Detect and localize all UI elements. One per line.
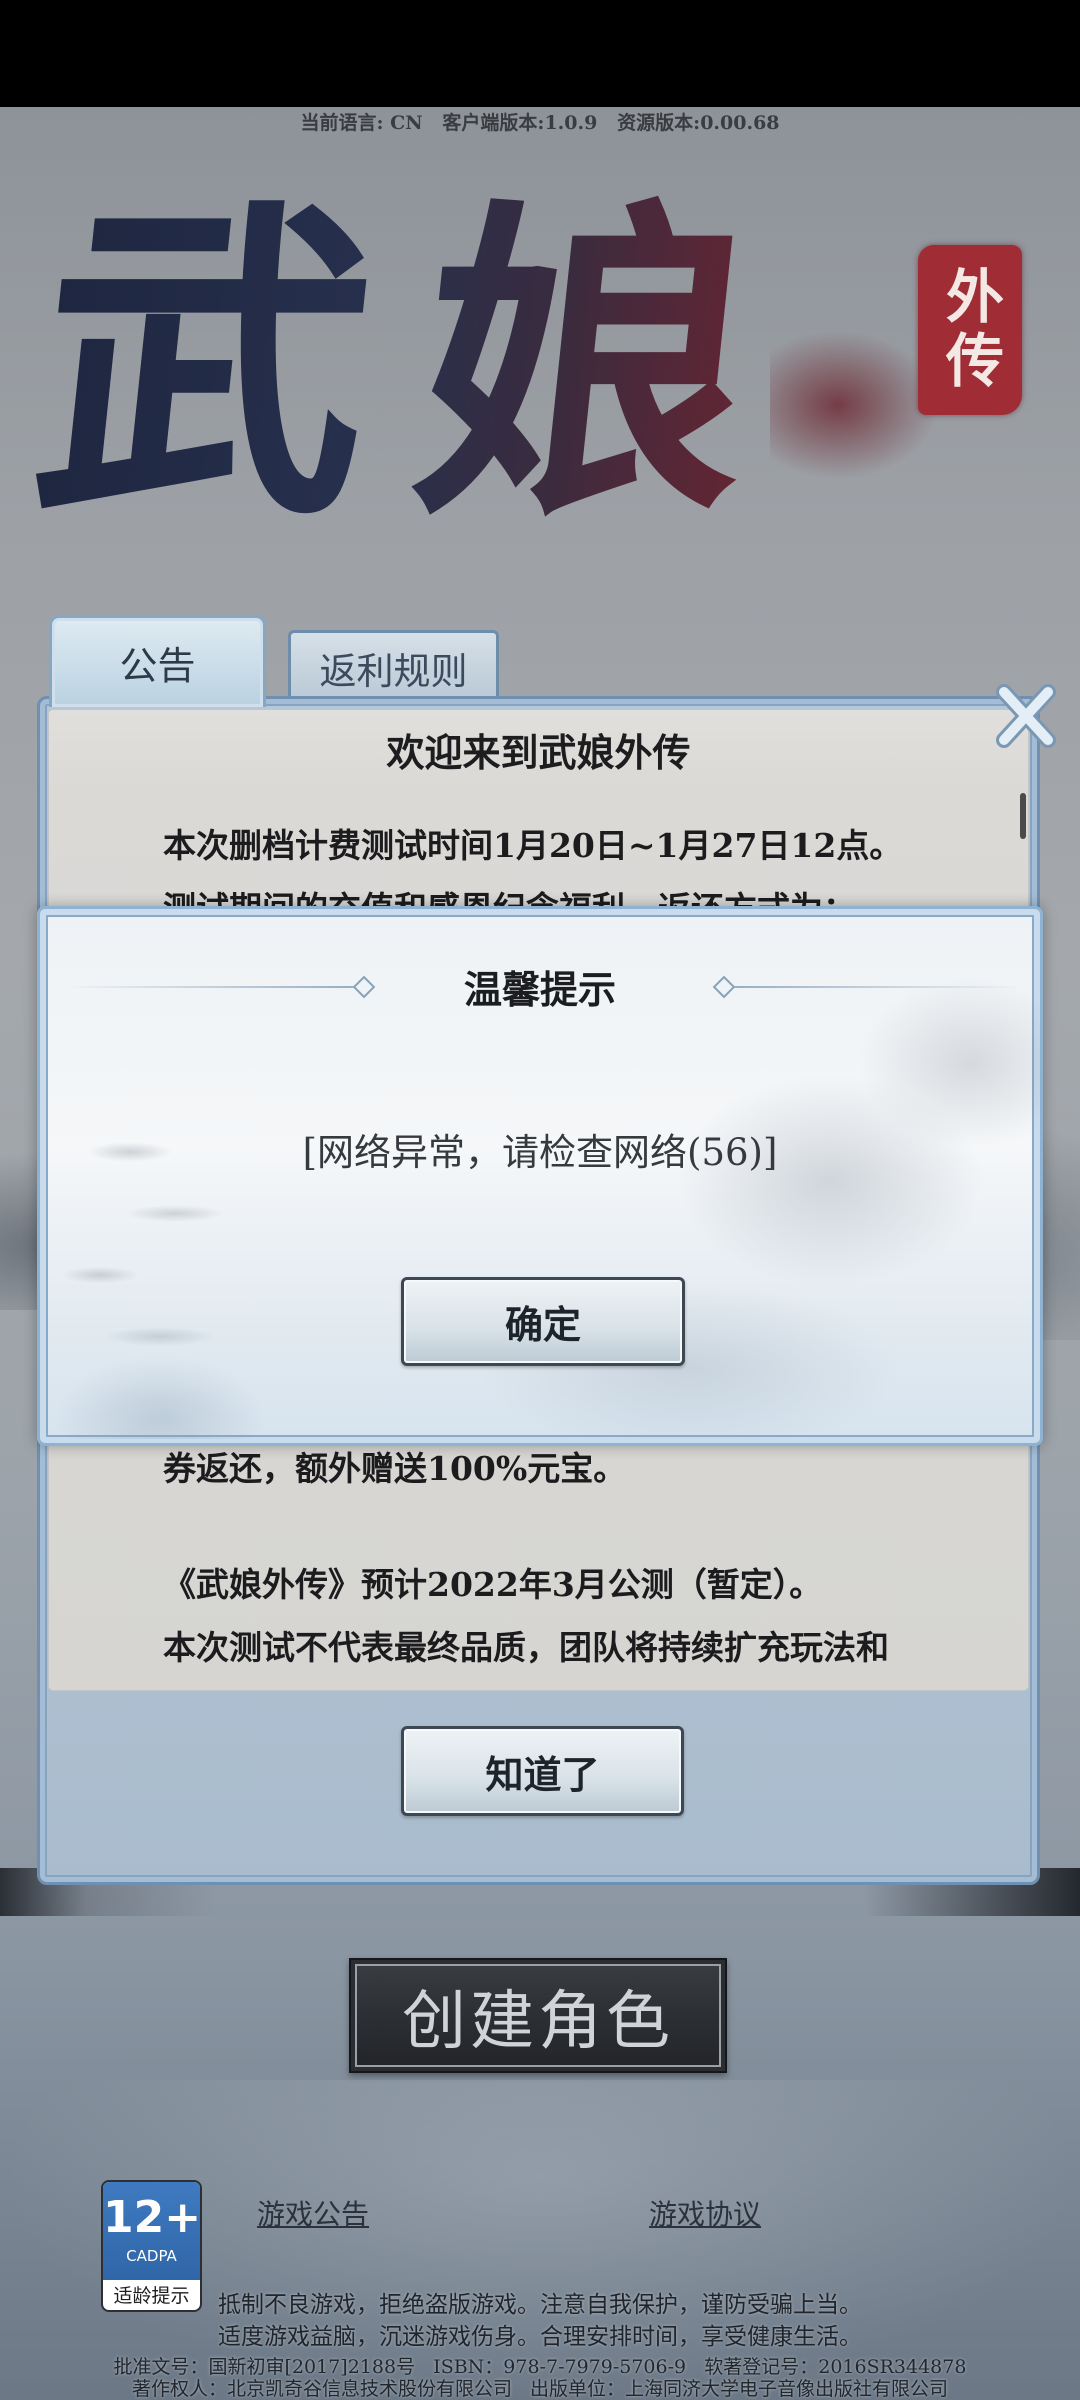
health-notice-line: 适度游戏益脑，沉迷游戏伤身。合理安排时间，享受健康生活。 — [218, 2324, 862, 2350]
announcement-title: 欢迎来到武娘外传 — [386, 730, 691, 775]
announcement-line: 《武娘外传》预计2022年3月公测（暂定）。 — [163, 1565, 823, 1604]
network-error-dialog: 温馨提示 [网络异常，请检查网络(56)] 确定 — [37, 906, 1043, 1446]
dialog-ink-bamboo — [40, 1029, 340, 1439]
dialog-ink-mountains — [340, 969, 1040, 1439]
game-logo: 武娘 — [19, 171, 821, 559]
announcement-scrollbar[interactable] — [1020, 793, 1026, 839]
age-rating-org: CADPA — [126, 2247, 177, 2265]
tab-rebate-rules[interactable]: 返利规则 — [288, 630, 499, 702]
announcement-line: 本次删档计费测试时间1月20日~1月27日12点。 — [163, 826, 903, 865]
dialog-title: 温馨提示 — [463, 967, 616, 1012]
dialog-message: [网络异常，请检查网络(56)] — [302, 1131, 778, 1174]
logo-seal: 外传 — [918, 245, 1022, 415]
game-announcement-link[interactable]: 游戏公告 — [257, 2198, 369, 2232]
tab-announcement[interactable]: 公告 — [49, 615, 266, 707]
version-info: 当前语言: CN 客户端版本:1.0.9 资源版本:0.00.68 — [300, 112, 780, 134]
license-info-line: 著作权人：北京凯奇谷信息技术股份有限公司 出版单位：上海同济大学电子音像出版社有… — [131, 2378, 949, 2400]
announcement-line: 券返还，额外赠送100%元宝。 — [163, 1449, 627, 1488]
dialog-ok-button[interactable]: 确定 — [401, 1277, 685, 1366]
health-notice-line: 抵制不良游戏，拒绝盗版游戏。注意自我保护，谨防受骗上当。 — [218, 2292, 862, 2318]
age-rating-text: 12+ — [103, 2192, 202, 2243]
logo-seal-text: 外传 — [936, 266, 1004, 394]
close-button[interactable] — [994, 680, 1058, 752]
status-bar — [0, 0, 1080, 107]
create-role-button[interactable]: 创建角色 — [349, 1958, 727, 2073]
announcement-line: 本次测试不代表最终品质，团队将持续扩充玩法和 — [163, 1628, 889, 1667]
close-icon — [996, 684, 1056, 748]
license-info-line: 批准文号：国新初审[2017]2188号 ISBN：978-7-7979-570… — [113, 2356, 967, 2378]
got-it-button[interactable]: 知道了 — [401, 1726, 684, 1816]
game-agreement-link[interactable]: 游戏协议 — [649, 2198, 761, 2232]
